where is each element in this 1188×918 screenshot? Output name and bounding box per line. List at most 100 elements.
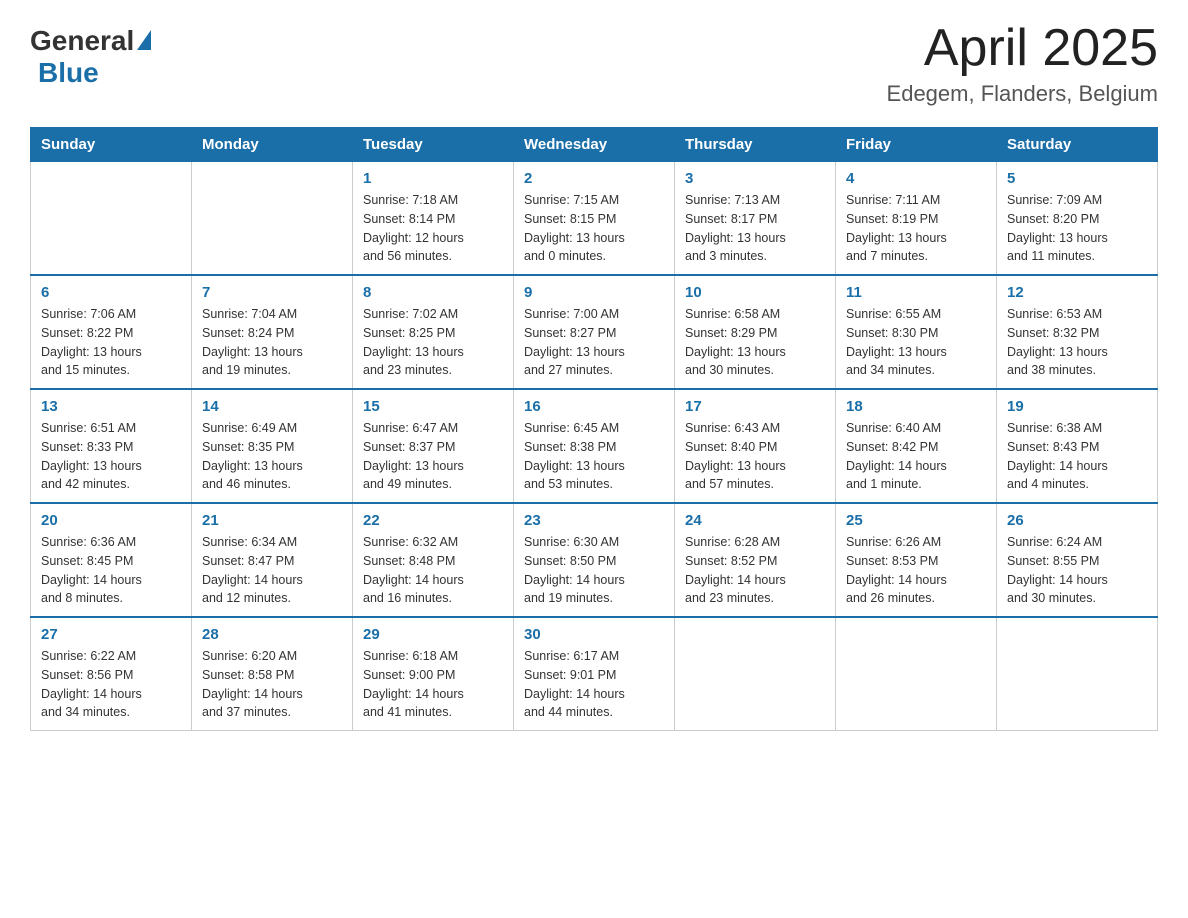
calendar-cell: 7 Sunrise: 7:04 AM Sunset: 8:24 PM Daylig… (192, 275, 353, 389)
calendar-week-row: 1 Sunrise: 7:18 AM Sunset: 8:14 PM Daylig… (31, 162, 1158, 276)
location-subtitle: Edegem, Flanders, Belgium (887, 81, 1158, 107)
day-number: 10 (685, 284, 825, 301)
calendar-cell: 6 Sunrise: 7:06 AM Sunset: 8:22 PM Daylig… (31, 275, 192, 389)
day-number: 30 (524, 626, 664, 643)
day-number: 15 (363, 398, 503, 415)
calendar-cell (192, 162, 353, 276)
day-info: Sunrise: 6:55 AM Sunset: 8:30 PM Dayligh… (846, 305, 986, 380)
day-info: Sunrise: 7:11 AM Sunset: 8:19 PM Dayligh… (846, 191, 986, 266)
calendar-cell: 4 Sunrise: 7:11 AM Sunset: 8:19 PM Daylig… (836, 162, 997, 276)
calendar-cell (31, 162, 192, 276)
calendar-cell: 20Sunrise: 6:36 AM Sunset: 8:45 PM Dayli… (31, 503, 192, 617)
day-number: 16 (524, 398, 664, 415)
calendar-cell: 17 Sunrise: 6:43 AM Sunset: 8:40 PM Dayli… (675, 389, 836, 503)
calendar-cell: 11 Sunrise: 6:55 AM Sunset: 8:30 PM Dayli… (836, 275, 997, 389)
calendar-cell: 3 Sunrise: 7:13 AM Sunset: 8:17 PM Daylig… (675, 162, 836, 276)
calendar-cell: 10 Sunrise: 6:58 AM Sunset: 8:29 PM Dayli… (675, 275, 836, 389)
logo-general-text: General (30, 25, 134, 57)
weekday-header-sunday: Sunday (31, 128, 192, 162)
day-info: Sunrise: 6:43 AM Sunset: 8:40 PM Dayligh… (685, 419, 825, 494)
day-info: Sunrise: 7:04 AM Sunset: 8:24 PM Dayligh… (202, 305, 342, 380)
calendar-cell: 19 Sunrise: 6:38 AM Sunset: 8:43 PM Dayli… (997, 389, 1158, 503)
day-number: 17 (685, 398, 825, 415)
calendar-cell: 27 Sunrise: 6:22 AM Sunset: 8:56 PM Dayli… (31, 617, 192, 731)
weekday-header-thursday: Thursday (675, 128, 836, 162)
day-info: Sunrise: 7:06 AM Sunset: 8:22 PM Dayligh… (41, 305, 181, 380)
day-info: Sunrise: 6:58 AM Sunset: 8:29 PM Dayligh… (685, 305, 825, 380)
calendar-header-row: SundayMondayTuesdayWednesdayThursdayFrid… (31, 128, 1158, 162)
calendar-cell: 26 Sunrise: 6:24 AM Sunset: 8:55 PM Dayli… (997, 503, 1158, 617)
calendar-cell: 2 Sunrise: 7:15 AM Sunset: 8:15 PM Daylig… (514, 162, 675, 276)
day-number: 11 (846, 284, 986, 301)
day-number: 19 (1007, 398, 1147, 415)
logo-blue-text: Blue (38, 57, 99, 89)
day-info: Sunrise: 6:40 AM Sunset: 8:42 PM Dayligh… (846, 419, 986, 494)
day-number: 22 (363, 512, 503, 529)
day-info: Sunrise: 6:36 AM Sunset: 8:45 PM Dayligh… (41, 533, 181, 608)
day-info: Sunrise: 7:18 AM Sunset: 8:14 PM Dayligh… (363, 191, 503, 266)
page-header: General Blue April 2025 Edegem, Flanders… (30, 20, 1158, 107)
day-number: 2 (524, 170, 664, 187)
calendar-cell: 22 Sunrise: 6:32 AM Sunset: 8:48 PM Dayli… (353, 503, 514, 617)
calendar-cell: 23 Sunrise: 6:30 AM Sunset: 8:50 PM Dayli… (514, 503, 675, 617)
calendar-cell: 29Sunrise: 6:18 AM Sunset: 9:00 PM Dayli… (353, 617, 514, 731)
day-info: Sunrise: 7:02 AM Sunset: 8:25 PM Dayligh… (363, 305, 503, 380)
day-number: 21 (202, 512, 342, 529)
calendar-cell (836, 617, 997, 731)
day-number: 6 (41, 284, 181, 301)
day-info: Sunrise: 6:22 AM Sunset: 8:56 PM Dayligh… (41, 647, 181, 722)
day-info: Sunrise: 7:09 AM Sunset: 8:20 PM Dayligh… (1007, 191, 1147, 266)
calendar-week-row: 6 Sunrise: 7:06 AM Sunset: 8:22 PM Daylig… (31, 275, 1158, 389)
weekday-header-saturday: Saturday (997, 128, 1158, 162)
day-info: Sunrise: 6:26 AM Sunset: 8:53 PM Dayligh… (846, 533, 986, 608)
day-info: Sunrise: 6:45 AM Sunset: 8:38 PM Dayligh… (524, 419, 664, 494)
calendar-cell: 9 Sunrise: 7:00 AM Sunset: 8:27 PM Daylig… (514, 275, 675, 389)
day-number: 23 (524, 512, 664, 529)
day-info: Sunrise: 6:51 AM Sunset: 8:33 PM Dayligh… (41, 419, 181, 494)
logo: General Blue (30, 20, 151, 89)
day-number: 24 (685, 512, 825, 529)
day-number: 26 (1007, 512, 1147, 529)
calendar-cell: 8Sunrise: 7:02 AM Sunset: 8:25 PM Daylig… (353, 275, 514, 389)
calendar-cell: 18Sunrise: 6:40 AM Sunset: 8:42 PM Dayli… (836, 389, 997, 503)
day-number: 14 (202, 398, 342, 415)
calendar-cell: 16 Sunrise: 6:45 AM Sunset: 8:38 PM Dayli… (514, 389, 675, 503)
day-number: 28 (202, 626, 342, 643)
day-info: Sunrise: 6:24 AM Sunset: 8:55 PM Dayligh… (1007, 533, 1147, 608)
calendar-cell: 21 Sunrise: 6:34 AM Sunset: 8:47 PM Dayli… (192, 503, 353, 617)
day-info: Sunrise: 6:17 AM Sunset: 9:01 PM Dayligh… (524, 647, 664, 722)
weekday-header-tuesday: Tuesday (353, 128, 514, 162)
day-number: 12 (1007, 284, 1147, 301)
calendar-cell: 12 Sunrise: 6:53 AM Sunset: 8:32 PM Dayli… (997, 275, 1158, 389)
day-info: Sunrise: 6:49 AM Sunset: 8:35 PM Dayligh… (202, 419, 342, 494)
calendar-week-row: 27 Sunrise: 6:22 AM Sunset: 8:56 PM Dayli… (31, 617, 1158, 731)
day-number: 13 (41, 398, 181, 415)
weekday-header-wednesday: Wednesday (514, 128, 675, 162)
calendar-week-row: 20Sunrise: 6:36 AM Sunset: 8:45 PM Dayli… (31, 503, 1158, 617)
day-number: 1 (363, 170, 503, 187)
calendar-week-row: 13 Sunrise: 6:51 AM Sunset: 8:33 PM Dayli… (31, 389, 1158, 503)
day-info: Sunrise: 6:28 AM Sunset: 8:52 PM Dayligh… (685, 533, 825, 608)
day-info: Sunrise: 7:00 AM Sunset: 8:27 PM Dayligh… (524, 305, 664, 380)
day-info: Sunrise: 6:32 AM Sunset: 8:48 PM Dayligh… (363, 533, 503, 608)
calendar-cell: 24 Sunrise: 6:28 AM Sunset: 8:52 PM Dayli… (675, 503, 836, 617)
calendar-cell: 5 Sunrise: 7:09 AM Sunset: 8:20 PM Daylig… (997, 162, 1158, 276)
day-info: Sunrise: 7:15 AM Sunset: 8:15 PM Dayligh… (524, 191, 664, 266)
day-info: Sunrise: 7:13 AM Sunset: 8:17 PM Dayligh… (685, 191, 825, 266)
day-number: 5 (1007, 170, 1147, 187)
day-info: Sunrise: 6:38 AM Sunset: 8:43 PM Dayligh… (1007, 419, 1147, 494)
day-number: 4 (846, 170, 986, 187)
title-block: April 2025 Edegem, Flanders, Belgium (887, 20, 1158, 107)
day-number: 27 (41, 626, 181, 643)
day-info: Sunrise: 6:30 AM Sunset: 8:50 PM Dayligh… (524, 533, 664, 608)
day-number: 25 (846, 512, 986, 529)
day-info: Sunrise: 6:53 AM Sunset: 8:32 PM Dayligh… (1007, 305, 1147, 380)
day-info: Sunrise: 6:20 AM Sunset: 8:58 PM Dayligh… (202, 647, 342, 722)
calendar-table: SundayMondayTuesdayWednesdayThursdayFrid… (30, 127, 1158, 731)
day-number: 9 (524, 284, 664, 301)
logo-triangle-icon (137, 30, 151, 50)
day-info: Sunrise: 6:47 AM Sunset: 8:37 PM Dayligh… (363, 419, 503, 494)
day-number: 3 (685, 170, 825, 187)
day-number: 7 (202, 284, 342, 301)
day-info: Sunrise: 6:34 AM Sunset: 8:47 PM Dayligh… (202, 533, 342, 608)
